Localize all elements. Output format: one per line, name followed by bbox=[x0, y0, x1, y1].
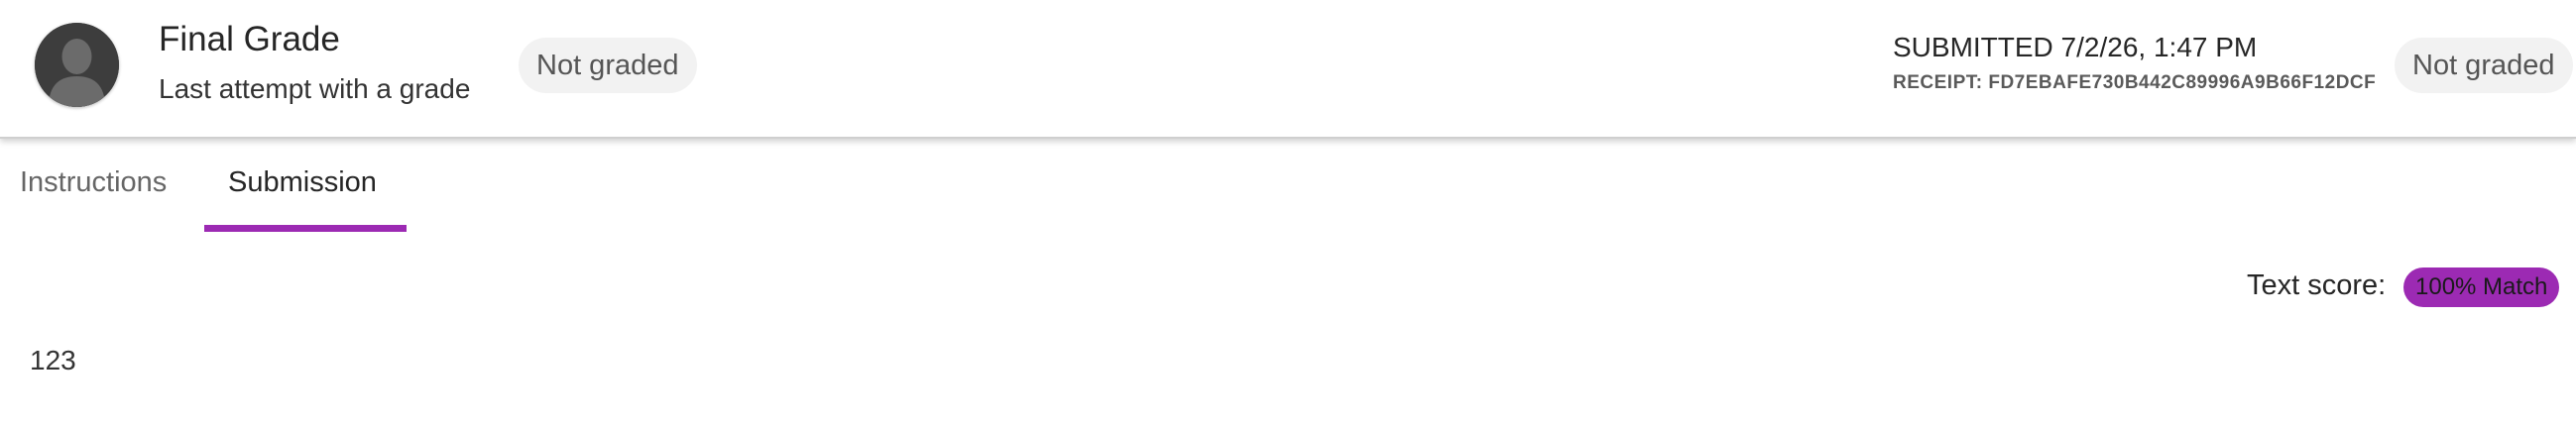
user-silhouette-icon bbox=[35, 23, 119, 107]
submission-content: 123 bbox=[30, 345, 76, 375]
tab-bar: Instructions Submission bbox=[0, 139, 2576, 238]
submitted-timestamp: SUBMITTED 7/2/26, 1:47 PM bbox=[1893, 32, 2258, 62]
tab-submission[interactable]: Submission bbox=[228, 166, 377, 199]
page-title: Final Grade bbox=[159, 20, 340, 58]
grade-header: Final Grade Last attempt with a grade No… bbox=[0, 0, 2576, 139]
attempt-grade-badge: Not graded bbox=[2395, 38, 2573, 93]
text-score-label: Text score: bbox=[2247, 269, 2387, 301]
grade-status-badge: Not graded bbox=[519, 38, 697, 93]
page-subtitle: Last attempt with a grade bbox=[159, 73, 471, 104]
active-tab-indicator bbox=[204, 225, 407, 232]
text-score-badge[interactable]: 100% Match bbox=[2403, 267, 2560, 307]
tab-instructions[interactable]: Instructions bbox=[20, 166, 167, 199]
receipt-id: RECEIPT: FD7EBAFE730B442C89996A9B66F12DC… bbox=[1893, 72, 2377, 93]
